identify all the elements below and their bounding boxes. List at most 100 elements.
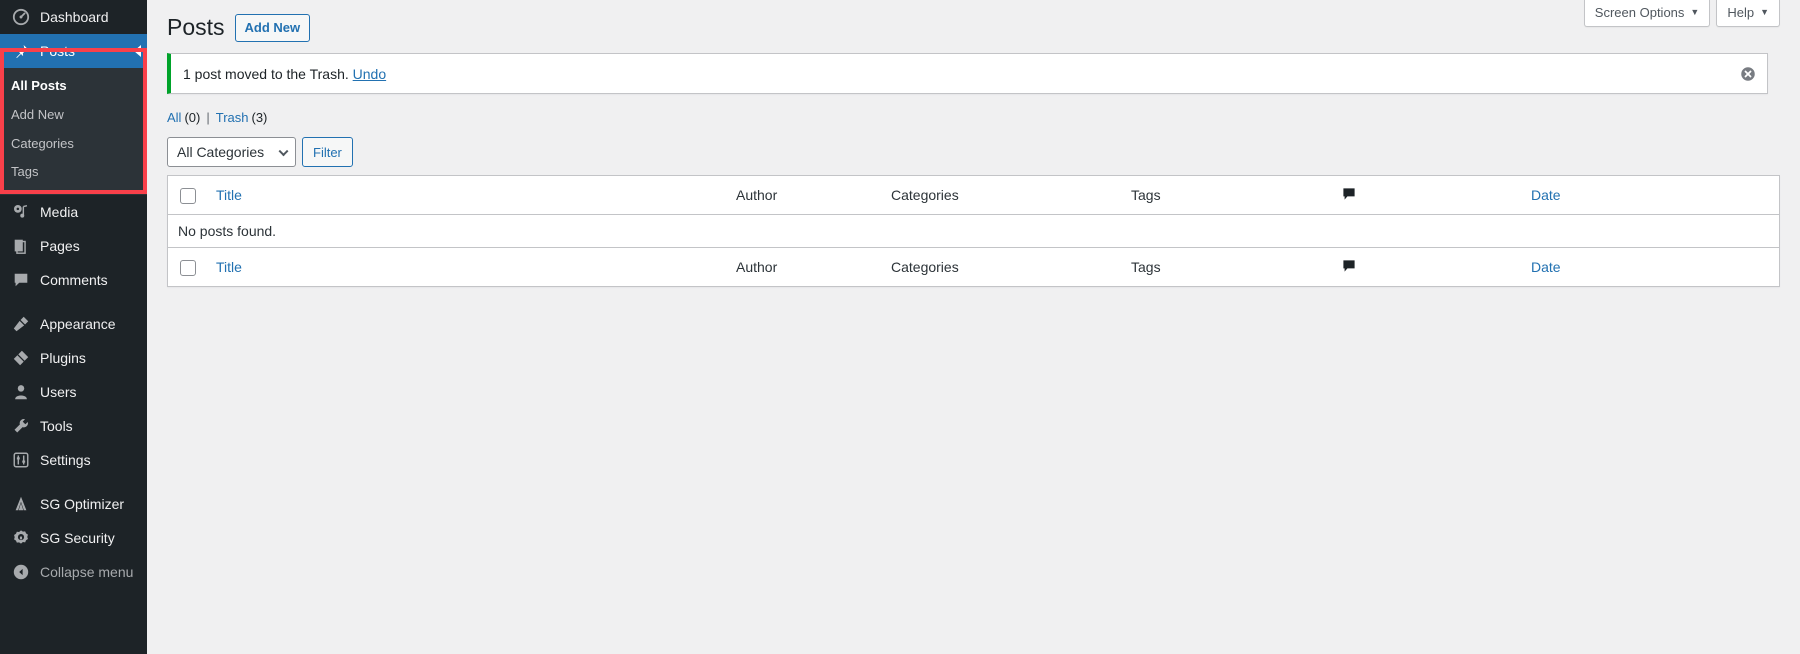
sidebar-item-label: Users (40, 385, 77, 399)
posts-table-body: No posts found. (168, 215, 1779, 247)
close-circle-icon[interactable] (1739, 65, 1757, 83)
sort-date-link-footer[interactable]: Date (1531, 259, 1561, 275)
submenu-item-all-posts[interactable]: All Posts (0, 72, 147, 101)
view-all-count: (0) (184, 110, 200, 125)
filter-button[interactable]: Filter (302, 137, 353, 167)
select-all-checkbox[interactable] (180, 188, 196, 204)
no-posts-found-message: No posts found. (168, 215, 1779, 247)
sort-date-link[interactable]: Date (1531, 187, 1561, 203)
sg-optimizer-icon (11, 494, 31, 514)
column-header-author: Author (726, 176, 881, 215)
users-icon (11, 382, 31, 402)
pages-icon (11, 236, 31, 256)
post-status-views: All(0) | Trash(3) (167, 110, 1780, 125)
sort-title-link[interactable]: Title (216, 187, 242, 203)
sidebar-item-label: Media (40, 205, 78, 219)
tools-icon (11, 416, 31, 436)
trash-notice: 1 post moved to the Trash. Undo (167, 53, 1768, 94)
view-trash-link[interactable]: Trash (216, 110, 249, 125)
column-footer-categories: Categories (881, 247, 1121, 286)
page-header: Posts Add New (167, 0, 1780, 46)
posts-table-head: Title Author Categories Tags Date (168, 176, 1779, 215)
appearance-icon (11, 314, 31, 334)
sidebar-separator-1 (0, 297, 147, 307)
comment-icon (11, 270, 31, 290)
views-separator: | (206, 110, 209, 125)
view-trash-count: (3) (251, 110, 267, 125)
screen-options-button[interactable]: Screen Options ▼ (1584, 0, 1711, 27)
comment-bubble-icon (1341, 258, 1357, 277)
sidebar-item-label: Appearance (40, 317, 116, 331)
column-footer-comments (1331, 247, 1521, 286)
sidebar-item-label: Comments (40, 273, 108, 287)
help-label: Help (1727, 5, 1754, 20)
view-all: All(0) (167, 110, 200, 125)
sidebar-item-appearance[interactable]: Appearance (0, 307, 147, 341)
view-trash: Trash(3) (216, 110, 268, 125)
sidebar-item-tools[interactable]: Tools (0, 409, 147, 443)
dashboard-icon (11, 7, 31, 27)
sidebar-item-plugins[interactable]: Plugins (0, 341, 147, 375)
screen-options-label: Screen Options (1595, 5, 1685, 20)
select-all-header (168, 176, 206, 215)
settings-icon (11, 450, 31, 470)
view-all-link[interactable]: All (167, 110, 181, 125)
sidebar-item-label: Plugins (40, 351, 86, 365)
sort-title-link-footer[interactable]: Title (216, 259, 242, 275)
sidebar-item-label: Pages (40, 239, 80, 253)
chevron-left-icon (134, 45, 141, 57)
posts-table: Title Author Categories Tags Date (167, 175, 1780, 287)
sidebar-item-label: Tools (40, 419, 73, 433)
submenu-item-tags[interactable]: Tags (0, 158, 147, 187)
sidebar-item-label: Collapse menu (40, 565, 133, 579)
sidebar-item-media[interactable]: Media (0, 195, 147, 229)
comment-bubble-icon (1341, 186, 1357, 205)
submenu-item-add-new[interactable]: Add New (0, 101, 147, 130)
chevron-down-icon: ▼ (1760, 8, 1769, 17)
sidebar-item-collapse-menu[interactable]: Collapse menu (0, 555, 147, 589)
notice-message: 1 post moved to the Trash. Undo (183, 66, 386, 82)
column-header-title: Title (206, 176, 726, 215)
screen-meta-links: Screen Options ▼ Help ▼ (1584, 0, 1780, 27)
wordpress-admin-screen: Dashboard Posts All Posts Add New Catego… (0, 0, 1800, 654)
sidebar-item-sg-security[interactable]: SG Security (0, 521, 147, 555)
sidebar-item-label: SG Security (40, 531, 115, 545)
submenu-item-categories[interactable]: Categories (0, 130, 147, 159)
sidebar-separator-2 (0, 477, 147, 487)
column-header-categories: Categories (881, 176, 1121, 215)
sidebar-item-settings[interactable]: Settings (0, 443, 147, 477)
sidebar-item-comments[interactable]: Comments (0, 263, 147, 297)
posts-submenu: All Posts Add New Categories Tags (0, 68, 147, 195)
column-footer-author: Author (726, 247, 881, 286)
page-title: Posts (167, 13, 225, 43)
sidebar-item-label: SG Optimizer (40, 497, 124, 511)
media-icon (11, 202, 31, 222)
admin-sidebar: Dashboard Posts All Posts Add New Catego… (0, 0, 147, 654)
sg-security-icon (11, 528, 31, 548)
sidebar-item-label: Settings (40, 453, 91, 467)
add-new-button[interactable]: Add New (235, 14, 311, 43)
notice-message-text: 1 post moved to the Trash. (183, 66, 349, 82)
sidebar-item-dashboard[interactable]: Dashboard (0, 0, 147, 34)
column-header-date: Date (1521, 176, 1779, 215)
sidebar-item-users[interactable]: Users (0, 375, 147, 409)
sidebar-item-label: Dashboard (40, 10, 109, 24)
category-filter-wrap: All Categories (167, 137, 296, 167)
select-all-checkbox-footer[interactable] (180, 260, 196, 276)
plugin-icon (11, 348, 31, 368)
posts-table-foot: Title Author Categories Tags Date (168, 247, 1779, 286)
sidebar-item-pages[interactable]: Pages (0, 229, 147, 263)
category-filter-select[interactable]: All Categories (167, 137, 296, 167)
sidebar-item-label: Posts (40, 44, 75, 58)
sidebar-item-sg-optimizer[interactable]: SG Optimizer (0, 487, 147, 521)
chevron-down-icon: ▼ (1690, 8, 1699, 17)
pin-icon (11, 41, 31, 61)
column-footer-tags: Tags (1121, 247, 1331, 286)
no-items-row: No posts found. (168, 215, 1779, 247)
main-content: Screen Options ▼ Help ▼ Posts Add New 1 … (147, 0, 1800, 654)
column-footer-date: Date (1521, 247, 1779, 286)
help-button[interactable]: Help ▼ (1716, 0, 1780, 27)
sidebar-item-posts[interactable]: Posts (0, 34, 147, 68)
table-navigation-top: All Categories Filter (167, 137, 1780, 167)
undo-link[interactable]: Undo (353, 66, 386, 82)
